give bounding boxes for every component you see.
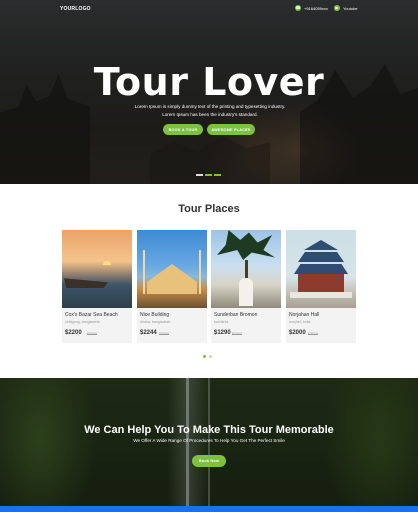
hero-slider-indicator	[196, 174, 221, 176]
hero-section: YOURLOGO ☎ +9164059xxx ▶ Youtube Tour Lo…	[0, 0, 418, 184]
place-old-price: $3000	[308, 332, 318, 336]
person-shape	[239, 278, 253, 306]
minaret-right	[199, 250, 201, 294]
phone-number: +9164059xxx	[304, 5, 328, 11]
place-location: chittgong, bangladesh	[65, 320, 101, 324]
footer-bar	[0, 506, 418, 512]
place-location: dhaka, bangladesh	[140, 320, 171, 324]
slider-dot-3[interactable]	[214, 174, 221, 176]
places-pagination	[203, 355, 212, 358]
place-price: $2244	[140, 330, 157, 336]
pagination-dot-2[interactable]	[209, 355, 212, 358]
phone-icon: ☎	[295, 5, 301, 11]
place-location: kuchitrek	[214, 320, 229, 324]
minaret-left	[143, 250, 145, 294]
temple-terrace	[290, 292, 352, 298]
place-name: Norjahan Hall	[289, 312, 320, 318]
place-location: noojher, india	[289, 320, 311, 324]
pagination-dot-1[interactable]	[203, 355, 206, 358]
site-logo[interactable]: YOURLOGO	[60, 6, 91, 12]
place-old-price: $3000	[87, 332, 97, 336]
place-name: Sunderban Bromon	[214, 312, 258, 318]
hero-subtitle: Lorem Ipsum is simply dummy text of the …	[134, 104, 286, 117]
place-card[interactable]: Cox's Bazar Sea Beach chittgong, banglad…	[62, 230, 132, 343]
cta-subtitle: We Offer A Wide Range Of Procedures To H…	[133, 438, 285, 443]
place-image-building	[137, 230, 207, 308]
place-card[interactable]: Norjahan Hall noojher, india $2000 $3000	[286, 230, 356, 343]
temple-roof-top	[304, 240, 338, 250]
place-old-price: $3000	[159, 332, 169, 336]
book-now-button[interactable]: Book Now	[192, 455, 226, 467]
book-a-tour-button[interactable]: BOOK A TOUR	[163, 124, 203, 135]
cta-title: We Can Help You To Make This Tour Memora…	[84, 424, 334, 436]
sun-shape	[103, 261, 111, 265]
mosque-shape	[147, 264, 197, 294]
place-image-temple	[286, 230, 356, 308]
place-name: Cox's Bazar Sea Beach	[65, 312, 118, 318]
place-card[interactable]: Nice Building dhaka, bangladesh $2244 $3…	[137, 230, 207, 343]
place-price: $2200	[65, 330, 82, 336]
temple-roof-middle	[298, 252, 344, 262]
slider-dot-1[interactable]	[196, 174, 203, 176]
phone-contact[interactable]: ☎ +9164059xxx	[295, 5, 328, 11]
page: YOURLOGO ☎ +9164059xxx ▶ Youtube Tour Lo…	[0, 0, 418, 512]
place-price: $1290	[214, 330, 231, 336]
awesome-places-button[interactable]: AWESOME PLACES	[207, 124, 255, 135]
tour-places-title: Tour Places	[178, 203, 240, 215]
place-card[interactable]: Sunderban Bromon kuchitrek $1290 $2000	[211, 230, 281, 343]
temple-roof-bottom	[294, 264, 348, 274]
place-name: Nice Building	[140, 312, 170, 318]
hero-title: Tour Lover	[93, 60, 325, 104]
youtube-link[interactable]: ▶ Youtube	[334, 5, 358, 11]
place-old-price: $2000	[232, 332, 242, 336]
boat-shape	[64, 278, 108, 288]
place-image-sunderban	[211, 230, 281, 308]
slider-dot-2[interactable]	[205, 174, 212, 176]
youtube-icon: ▶	[334, 5, 340, 11]
place-image-beach	[62, 230, 132, 308]
temple-base	[298, 274, 344, 292]
place-price: $2000	[289, 330, 306, 336]
youtube-label: Youtube	[343, 5, 358, 11]
